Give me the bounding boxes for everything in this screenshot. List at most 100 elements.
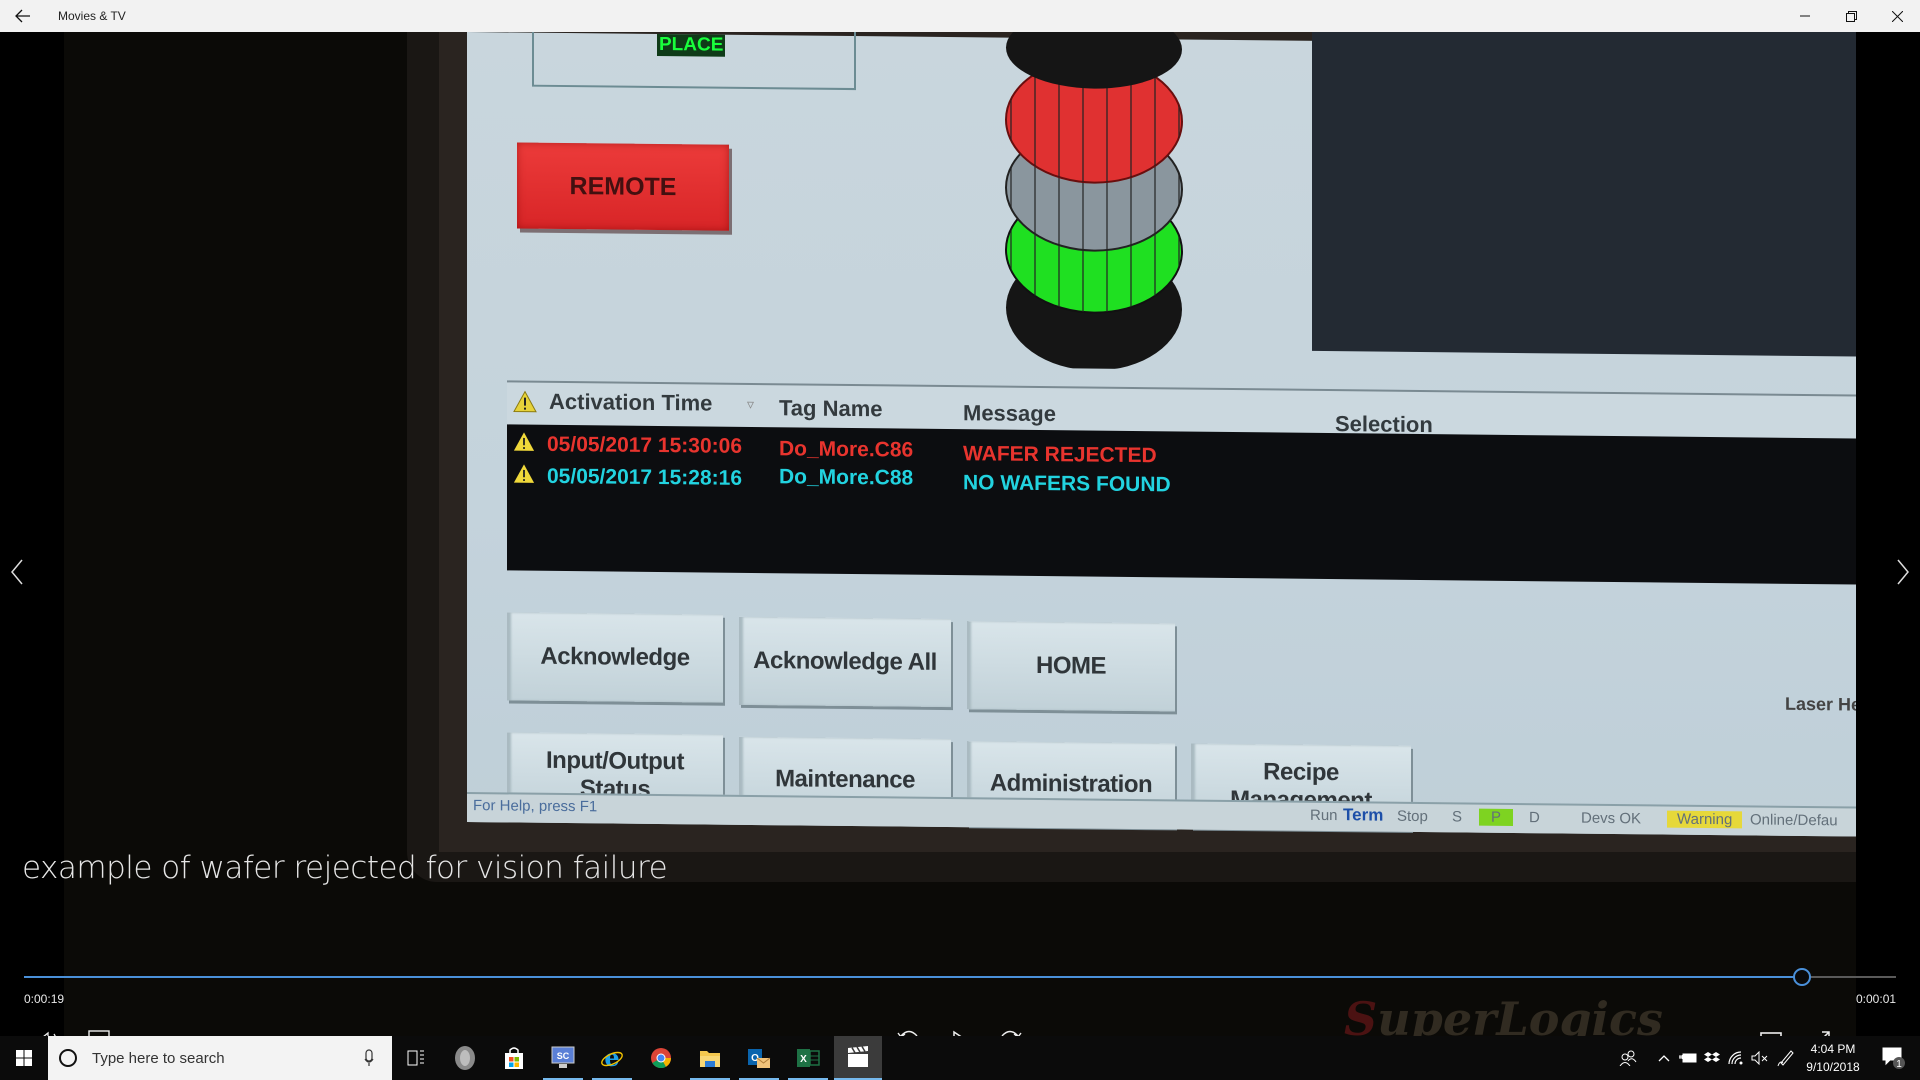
microphone-icon	[364, 1049, 374, 1066]
clapperboard-icon	[848, 1046, 868, 1067]
volume-muted-icon	[1751, 1051, 1768, 1065]
camera-view-panel	[1312, 32, 1856, 357]
chevron-up-icon	[1658, 1055, 1670, 1062]
seek-bar[interactable]	[24, 968, 1896, 986]
battery-button[interactable]	[1676, 1036, 1700, 1080]
cortana-icon	[59, 1049, 77, 1067]
store-icon	[505, 1047, 523, 1069]
mini-view-button[interactable]	[1751, 1020, 1791, 1036]
title-bar: Movies & TV	[0, 0, 1920, 32]
alarm-message: NO WAFERS FOUND	[963, 471, 1171, 497]
taskbar-app-chrome[interactable]	[637, 1036, 685, 1080]
svg-text:SC: SC	[557, 1051, 570, 1061]
col-activation-time[interactable]: Activation Time	[549, 389, 712, 417]
status-s: S	[1452, 808, 1463, 826]
home-label: HOME	[1036, 652, 1106, 680]
windows-logo-icon	[16, 1050, 32, 1066]
brand-rest: uperLogics	[1377, 992, 1663, 1036]
alarm-tag: Do_More.C86	[779, 437, 914, 462]
volume-button[interactable]	[28, 1020, 68, 1036]
skip-back-button[interactable]: 10	[889, 1020, 929, 1036]
remote-button: REMOTE	[517, 142, 729, 231]
laser-label: Laser He	[1785, 693, 1856, 715]
close-button[interactable]	[1874, 0, 1920, 32]
restore-button[interactable]	[1828, 0, 1874, 32]
svg-text:1: 1	[1896, 1059, 1902, 1070]
task-view-icon	[407, 1050, 424, 1066]
status-p: P	[1479, 808, 1514, 826]
taskbar-app-store[interactable]	[490, 1036, 538, 1080]
help-hint: For Help, press F1	[473, 797, 598, 816]
taskbar-app-movies-tv[interactable]	[834, 1036, 882, 1080]
remaining-time: 0:00:01	[1856, 992, 1897, 1006]
hmi-screen: PLACE REMOTE Activation Time ▿ Tag Name …	[467, 32, 1856, 837]
svg-text:X: X	[800, 1054, 807, 1065]
taskbar: Type here to search SC e O X 4:04 PM 9/1…	[0, 1036, 1920, 1080]
administration-label: Administration	[989, 769, 1153, 799]
warning-icon	[513, 464, 535, 483]
recipe-line1: Recipe	[1263, 758, 1339, 787]
taskbar-app-excel[interactable]: X	[784, 1036, 832, 1080]
taskbar-app-outlook[interactable]: O	[735, 1036, 783, 1080]
taskbar-app-ie[interactable]: e	[588, 1036, 636, 1080]
status-d: D	[1529, 809, 1540, 827]
stack-light-icon	[1005, 32, 1183, 370]
back-button[interactable]	[0, 0, 46, 32]
video-player[interactable]: PLACE REMOTE Activation Time ▿ Tag Name …	[0, 32, 1920, 1036]
task-view-button[interactable]	[392, 1036, 440, 1080]
minimize-button[interactable]	[1782, 0, 1828, 32]
acknowledge-label: Acknowledge	[540, 642, 690, 672]
restore-icon	[1845, 10, 1857, 22]
svg-text:e: e	[604, 1046, 619, 1070]
status-stop: Stop	[1397, 807, 1428, 826]
action-center-button[interactable]: 1	[1874, 1036, 1914, 1080]
subtitles-button[interactable]	[79, 1020, 119, 1036]
taskbar-app-sound[interactable]	[441, 1036, 489, 1080]
start-button[interactable]	[0, 1036, 48, 1080]
dropbox-icon	[1704, 1052, 1720, 1062]
status-devs: Devs OK	[1581, 809, 1642, 828]
col-message[interactable]: Message	[963, 400, 1056, 427]
fullscreen-button[interactable]	[1801, 1020, 1841, 1036]
maintenance-label: Maintenance	[775, 765, 915, 794]
next-button[interactable]	[1888, 552, 1918, 592]
search-box[interactable]: Type here to search	[48, 1036, 392, 1080]
skip-forward-button[interactable]: 30	[990, 1020, 1030, 1036]
network-button[interactable]	[1724, 1036, 1748, 1080]
status-run: Run	[1310, 806, 1338, 825]
clock-time: 4:04 PM	[1810, 1042, 1856, 1056]
pen-icon	[1777, 1050, 1794, 1067]
chevron-left-icon	[11, 559, 23, 585]
acknowledge-all-label: Acknowledge All	[753, 647, 937, 677]
alarm-time: 05/05/2017 15:30:06	[547, 432, 742, 458]
play-button[interactable]	[940, 1020, 980, 1036]
acknowledge-all-button: Acknowledge All	[739, 616, 951, 708]
taskbar-app-file-explorer[interactable]	[686, 1036, 734, 1080]
show-hidden-icons-button[interactable]	[1652, 1036, 1676, 1080]
more-options-button[interactable]	[1852, 1020, 1892, 1036]
chevron-right-icon	[1897, 559, 1909, 585]
speaker-app-icon	[455, 1046, 475, 1070]
excel-icon: X	[797, 1049, 820, 1067]
chrome-icon	[651, 1048, 672, 1069]
alarm-table-body: 05/05/2017 15:30:06 Do_More.C86 WAFER RE…	[507, 424, 1856, 585]
people-icon	[1619, 1050, 1637, 1066]
internet-explorer-icon: e	[601, 1046, 623, 1070]
brand-watermark: SuperLogics	[1344, 992, 1663, 1036]
subtitle-caption: example of wafer rejected for vision fai…	[22, 850, 668, 886]
remote-button-label: REMOTE	[569, 171, 677, 201]
notification-icon: 1	[1882, 1047, 1905, 1070]
folder-icon	[700, 1051, 720, 1067]
system-clock[interactable]: 4:04 PM 9/10/2018	[1796, 1040, 1870, 1076]
volume-tray-button[interactable]	[1748, 1036, 1772, 1080]
alarm-table: Activation Time ▿ Tag Name Message Selec…	[507, 380, 1856, 585]
dropbox-button[interactable]	[1700, 1036, 1724, 1080]
skip-back-10-icon: 10	[897, 1030, 918, 1036]
taskbar-app-sc[interactable]: SC	[539, 1036, 587, 1080]
pen-workspace-button[interactable]	[1774, 1036, 1798, 1080]
sort-icon: ▿	[747, 396, 755, 414]
previous-button[interactable]	[2, 552, 32, 592]
people-button[interactable]	[1612, 1036, 1644, 1080]
io-status-line1: Input/Output	[546, 747, 684, 776]
col-tag-name[interactable]: Tag Name	[779, 395, 883, 422]
